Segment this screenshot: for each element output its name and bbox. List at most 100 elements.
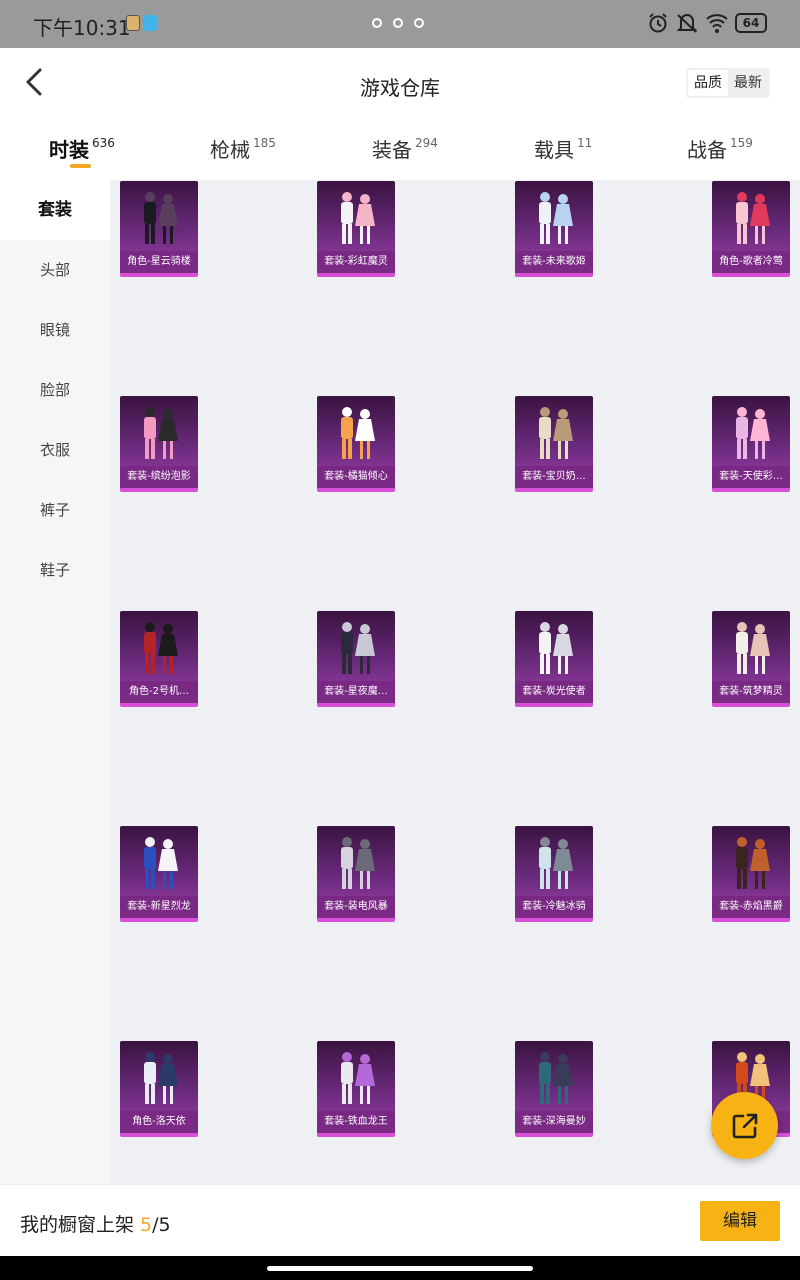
item-card[interactable]: 角色-星云骑楼 [120,181,198,277]
item-card-label: 套装-筑梦精灵 [712,681,790,703]
page-title: 游戏仓库 [360,76,440,100]
sort-quality-button[interactable]: 品质 [688,70,728,96]
item-card[interactable]: 套装-铁血龙王 [317,1041,395,1137]
app-notification-icon [126,15,140,31]
item-card[interactable]: 角色-洛天依 [120,1041,198,1137]
character-figure-icon [341,622,375,674]
item-card[interactable]: 套装-装电风暴 [317,826,395,922]
character-figure-icon [144,837,178,889]
tab-count: 294 [415,136,438,150]
item-card-label: 套装-天使彩… [712,466,790,488]
tab-label: 装备 [372,138,412,162]
wifi-icon [706,14,728,33]
tab-label: 枪械 [210,138,250,162]
character-figure-icon [144,407,178,459]
sidebar-item-clothes[interactable]: 衣服 [0,420,110,480]
category-tabs: 时装 636 枪械 185 装备 294 载具 11 战备 159 [0,120,800,180]
bottom-bar: 我的橱窗上架 5/5 编辑 [0,1184,800,1256]
item-card[interactable]: 套装-深海曼妙 [515,1041,593,1137]
calendar-notification-icon [143,15,157,31]
showcase-status: 我的橱窗上架 5/5 [20,1210,171,1237]
item-card[interactable]: 角色-歌者冷莺 [712,181,790,277]
item-card-label: 套装-深海曼妙 [515,1111,593,1133]
tab-count: 159 [730,136,753,150]
character-figure-icon [539,622,573,674]
item-card[interactable]: 套装-新星烈龙 [120,826,198,922]
character-figure-icon [539,192,573,244]
app-header: 游戏仓库 品质 最新 [0,48,800,120]
item-card-label: 套装-炭光使者 [515,681,593,703]
item-card-label: 套装-缤纷泡影 [120,466,198,488]
tab-supplies[interactable]: 战备 159 [687,134,753,163]
item-card-label: 套装-赤焰黑爵 [712,896,790,918]
dot-icon [393,18,403,28]
item-card[interactable]: 角色-2号机… [120,611,198,707]
home-gesture-handle[interactable] [267,1266,533,1271]
notification-icons [126,15,157,31]
character-figure-icon [144,1052,178,1104]
character-figure-icon [736,622,770,674]
active-tab-indicator [70,164,91,168]
character-figure-icon [341,192,375,244]
tab-guns[interactable]: 枪械 185 [210,134,276,163]
tab-label: 战备 [687,138,727,162]
sidebar-item-shoes[interactable]: 鞋子 [0,540,110,600]
item-card-label: 角色-2号机… [120,681,198,703]
item-card-label: 套装-宝贝奶… [515,466,593,488]
item-card[interactable]: 套装-缤纷泡影 [120,396,198,492]
character-figure-icon [341,837,375,889]
item-card-label: 套装-新星烈龙 [120,896,198,918]
mute-icon [676,14,698,33]
item-card[interactable]: 套装-彩虹魔灵 [317,181,395,277]
status-bar: 下午10:31 64 [0,0,800,48]
sidebar-item-pants[interactable]: 裤子 [0,480,110,540]
item-card[interactable]: 套装-星夜魔… [317,611,395,707]
item-card-label: 套装-装电风暴 [317,896,395,918]
item-card-label: 套装-星夜魔… [317,681,395,703]
showcase-current-count: 5 [140,1214,153,1236]
item-card[interactable]: 套装-赤焰黑爵 [712,826,790,922]
character-figure-icon [539,407,573,459]
tab-count: 636 [92,136,115,150]
showcase-label: 我的橱窗上架 [20,1214,141,1236]
tab-label: 时装 [49,138,89,162]
item-card-label: 套装-铁血龙王 [317,1111,395,1133]
item-card-label: 角色-洛天依 [120,1111,198,1133]
sort-latest-button[interactable]: 最新 [728,70,768,96]
alarm-icon [649,13,667,33]
item-card-label: 角色-歌者冷莺 [712,251,790,273]
share-fab-button[interactable] [711,1092,778,1159]
sidebar-item-suits[interactable]: 套装 [0,180,110,240]
status-icons: 64 [647,12,767,34]
subcategory-sidebar: 套装 头部 眼镜 脸部 衣服 裤子 鞋子 [0,180,110,1184]
dot-icon [372,18,382,28]
item-card[interactable]: 套装-炭光使者 [515,611,593,707]
tab-fashion[interactable]: 时装 636 [49,134,115,163]
character-figure-icon [736,407,770,459]
status-time: 下午10:31 [33,16,131,40]
item-card[interactable]: 套装-橘猫倾心 [317,396,395,492]
sidebar-item-glasses[interactable]: 眼镜 [0,300,110,360]
character-figure-icon [341,1052,375,1104]
sort-toggle: 品质 最新 [686,68,770,98]
tab-equipment[interactable]: 装备 294 [372,134,438,163]
tab-vehicles[interactable]: 载具 11 [534,134,592,163]
dot-icon [414,18,424,28]
item-card[interactable]: 套装-冷魅冰骑 [515,826,593,922]
item-card[interactable]: 套装-未来歌姬 [515,181,593,277]
character-figure-icon [539,1052,573,1104]
item-card-label: 角色-星云骑楼 [120,251,198,273]
sidebar-item-head[interactable]: 头部 [0,240,110,300]
item-card[interactable]: 套装-宝贝奶… [515,396,593,492]
item-card[interactable]: 套装-天使彩… [712,396,790,492]
item-grid: 角色-星云骑楼 套装-彩虹魔灵 套装-未来歌姬 角色-歌者冷莺套装-缤纷泡影 套装-橘猫… [110,180,800,1184]
battery-icon: 64 [735,13,767,33]
tab-count: 185 [253,136,276,150]
edit-button[interactable]: 编辑 [700,1201,780,1241]
item-card-label: 套装-冷魅冰骑 [515,896,593,918]
tab-count: 11 [577,136,593,150]
character-figure-icon [736,192,770,244]
sidebar-item-face[interactable]: 脸部 [0,360,110,420]
item-card[interactable]: 套装-筑梦精灵 [712,611,790,707]
page-dots [372,18,424,28]
